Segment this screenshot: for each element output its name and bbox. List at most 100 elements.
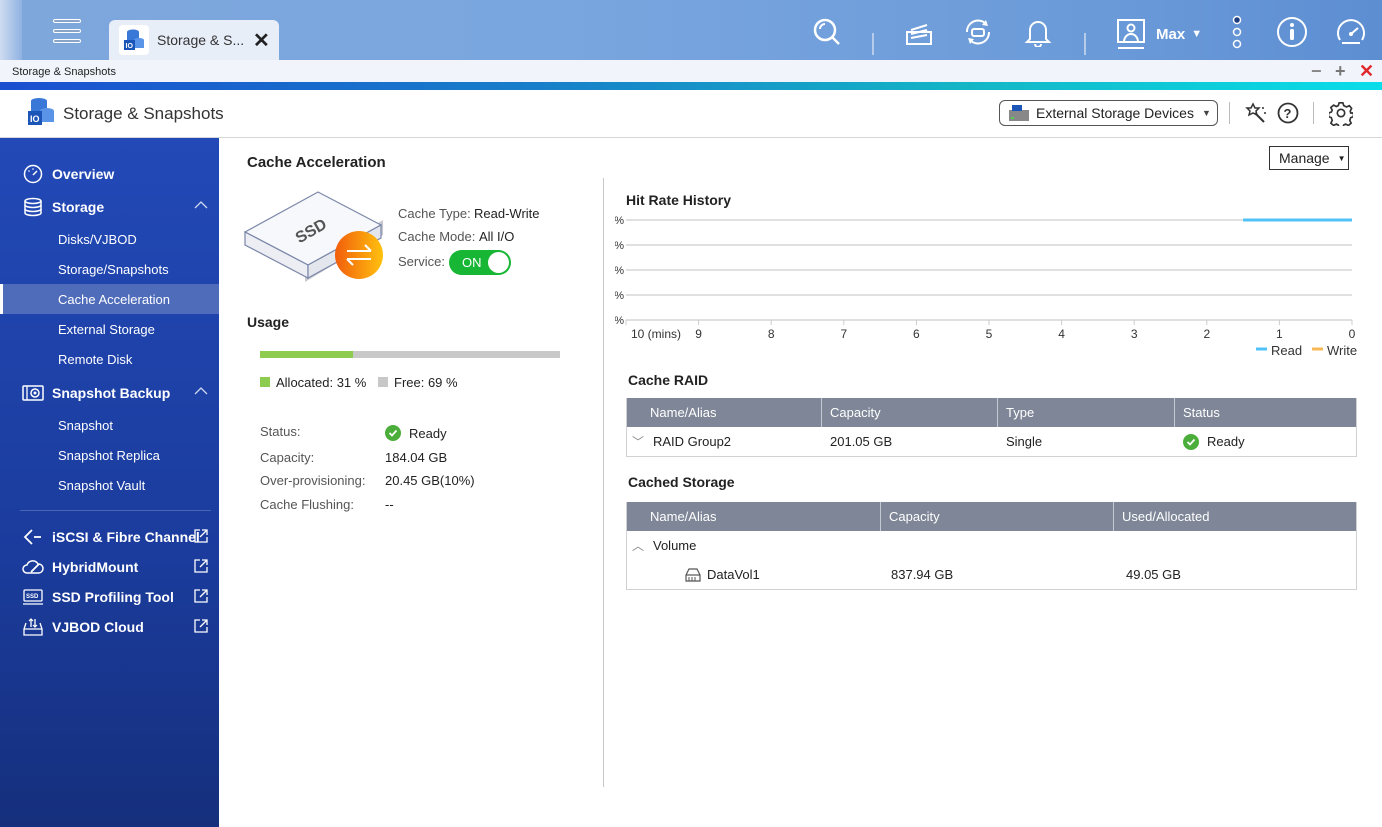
- hit-rate-chart: 0% 25% 50% 75% 100% 10 (mins) 9 8 7 6 5 4 3 2 1 0 Read Wr…: [615, 215, 1357, 358]
- allocated-legend: Allocated: 31 %: [276, 375, 367, 390]
- sidebar: Overview Storage Disks/VJBOD Storage/Sna…: [0, 138, 219, 827]
- minimize-button[interactable]: −: [1311, 62, 1322, 80]
- chevron-up-icon[interactable]: [194, 197, 208, 213]
- volume-icon: [684, 567, 702, 583]
- usage-title: Usage: [247, 314, 290, 330]
- cache-type-value: Read-Write: [474, 206, 540, 221]
- external-storage-label: External Storage Devices: [1036, 105, 1194, 121]
- sidebar-item-storage-snapshots[interactable]: Storage/Snapshots: [0, 254, 219, 284]
- user-menu[interactable]: Max ▼: [1116, 18, 1202, 50]
- table-row[interactable]: DataVol1 837.94 GB 49.05 GB: [627, 560, 1356, 589]
- cache-type-label: Cache Type:: [398, 206, 471, 221]
- sidebar-item-storage[interactable]: Storage: [0, 193, 219, 221]
- sidebar-item-snapshot[interactable]: Snapshot: [0, 410, 219, 440]
- allocated-swatch: [260, 377, 270, 387]
- app-tab[interactable]: IO Storage & S... ✕: [109, 20, 279, 60]
- caret-down-icon: ▼: [1191, 28, 1203, 40]
- dashboard-gauge-icon[interactable]: [1334, 15, 1368, 49]
- column-header[interactable]: Capacity: [881, 502, 1114, 531]
- vjbod-cloud-icon: [22, 616, 44, 638]
- sidebar-label: SSD Profiling Tool: [52, 589, 174, 605]
- raid-device-icon: [1009, 105, 1029, 121]
- x-tick-label: 4: [1058, 327, 1065, 341]
- sidebar-item-snapshot-backup[interactable]: Snapshot Backup: [0, 379, 219, 407]
- table-row[interactable]: ﹀ RAID Group2 201.05 GB Single Ready: [627, 427, 1356, 456]
- sidebar-label: VJBOD Cloud: [52, 619, 144, 635]
- sidebar-label: Snapshot Backup: [52, 385, 171, 401]
- sidebar-item-snapshot-replica[interactable]: Snapshot Replica: [0, 440, 219, 470]
- storage-app-icon: IO: [119, 25, 149, 55]
- chevron-up-icon[interactable]: [194, 383, 208, 399]
- free-swatch: [378, 377, 388, 387]
- sidebar-item-external-storage[interactable]: External Storage: [0, 314, 219, 344]
- background-tasks-icon[interactable]: [901, 15, 935, 49]
- overprovisioning-label: Over-provisioning:: [260, 473, 366, 488]
- cache-mode-value: All I/O: [479, 229, 515, 244]
- column-header[interactable]: Status: [1175, 398, 1356, 427]
- gauge-icon: [22, 163, 44, 185]
- chevron-down-icon[interactable]: ﹀: [631, 433, 645, 450]
- column-header[interactable]: Name/Alias: [627, 502, 881, 531]
- page-title: Cache Acceleration: [247, 154, 386, 171]
- sidebar-item-snapshot-vault[interactable]: Snapshot Vault: [0, 470, 219, 500]
- volume-group-row[interactable]: ︿ Volume: [627, 531, 1356, 560]
- more-options-icon[interactable]: [1220, 15, 1254, 49]
- sidebar-label: iSCSI & Fibre Channel: [52, 529, 200, 545]
- svg-text:IO: IO: [126, 43, 134, 50]
- legend-label-read: Read: [1271, 343, 1302, 358]
- sidebar-item-remote-disk[interactable]: Remote Disk: [0, 344, 219, 374]
- column-header[interactable]: Name/Alias: [627, 398, 822, 427]
- sidebar-item-overview[interactable]: Overview: [0, 160, 219, 188]
- left-edge-strip: [0, 0, 22, 60]
- caret-down-icon: ▼: [1201, 108, 1211, 118]
- menu-icon[interactable]: [53, 19, 81, 49]
- sidebar-item-iscsi-fibre-channel[interactable]: iSCSI & Fibre Channel: [0, 523, 219, 551]
- notification-bell-icon[interactable]: [1021, 15, 1055, 49]
- help-icon[interactable]: ?: [1276, 101, 1300, 125]
- volume-name: DataVol1: [707, 567, 760, 582]
- raid-capacity: 201.05 GB: [830, 434, 893, 449]
- column-header[interactable]: Used/Allocated: [1114, 502, 1356, 531]
- sidebar-item-ssd-profiling-tool[interactable]: SSD SSD Profiling Tool: [0, 583, 219, 611]
- sidebar-item-cache-acceleration[interactable]: Cache Acceleration: [0, 284, 219, 314]
- external-storage-devices-dropdown[interactable]: External Storage Devices ▼: [999, 100, 1218, 126]
- svg-text:SSD: SSD: [26, 594, 39, 600]
- sidebar-item-vjbod-cloud[interactable]: VJBOD Cloud: [0, 613, 219, 641]
- free-legend: Free: 69 %: [394, 375, 458, 390]
- storage-app-icon: IO: [26, 96, 56, 133]
- cached-storage-title: Cached Storage: [628, 474, 735, 490]
- settings-gear-icon[interactable]: [1329, 101, 1353, 126]
- external-link-icon: [193, 558, 209, 577]
- window-title: Storage & Snapshots: [12, 66, 116, 78]
- raid-name: RAID Group2: [653, 434, 732, 449]
- x-tick-label: 8: [768, 327, 775, 341]
- column-header[interactable]: Capacity: [822, 398, 998, 427]
- external-link-icon: [193, 588, 209, 607]
- external-link-icon: [193, 618, 209, 637]
- check-circle-icon: [385, 425, 401, 441]
- sidebar-item-disks-vjbod[interactable]: Disks/VJBOD: [0, 224, 219, 254]
- service-toggle[interactable]: ON: [449, 250, 511, 275]
- x-tick-label: 0: [1349, 327, 1356, 341]
- sidebar-divider: [20, 510, 211, 511]
- manage-label: Manage: [1279, 150, 1330, 166]
- sidebar-item-hybridmount[interactable]: HybridMount: [0, 553, 219, 581]
- chevron-up-icon[interactable]: ︿: [631, 537, 645, 554]
- cache-raid-table: Name/Alias Capacity Type Status ﹀ RAID Gr…: [626, 398, 1357, 457]
- search-icon[interactable]: [810, 15, 844, 49]
- cached-storage-table: Name/Alias Capacity Used/Allocated ︿ Volu…: [626, 502, 1357, 590]
- external-device-icon[interactable]: [961, 15, 995, 49]
- close-tab-icon[interactable]: ✕: [253, 28, 270, 53]
- manage-dropdown[interactable]: Manage ▼: [1269, 146, 1349, 170]
- info-icon[interactable]: [1275, 15, 1309, 49]
- maximize-button[interactable]: +: [1335, 62, 1346, 80]
- close-window-button[interactable]: ✕: [1359, 62, 1374, 80]
- wizard-icon[interactable]: [1244, 101, 1268, 125]
- header-divider: [1313, 102, 1314, 124]
- ssd-icon: SSD: [22, 586, 44, 608]
- tab-label: Storage & S...: [157, 32, 245, 48]
- usage-bar: [260, 351, 560, 358]
- overprovisioning-value: 20.45 GB(10%): [385, 473, 475, 488]
- x-tick-label: 10 (mins): [631, 327, 681, 341]
- column-header[interactable]: Type: [998, 398, 1175, 427]
